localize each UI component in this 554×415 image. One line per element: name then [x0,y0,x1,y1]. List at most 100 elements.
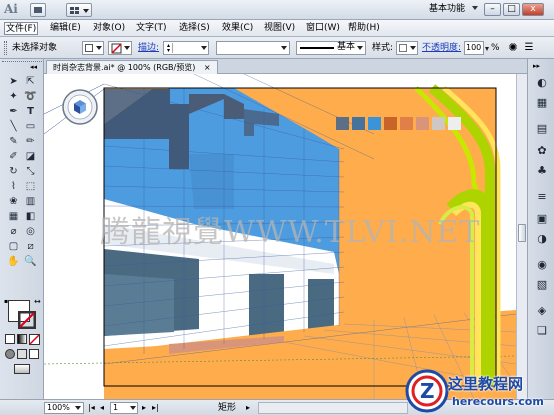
warp-icon[interactable]: ⌇ [6,180,21,194]
control-panel-menu-icon[interactable]: ☰ [524,41,534,55]
zoom-icon[interactable]: 🔍 [23,255,38,269]
color-mode-icon[interactable] [5,334,15,344]
graph-icon[interactable]: ▥ [23,195,38,209]
document-tab-bar: 时尚杂志背景.ai* @ 100% (RGB/预览) × [44,59,528,74]
color-panel-icon[interactable]: ◐ [534,75,550,90]
magic-wand-icon[interactable]: ✦ [6,90,21,104]
none-mode-icon[interactable] [29,334,40,345]
free-transform-icon[interactable]: ⬚ [23,180,38,194]
screen-mode-icon[interactable] [14,364,30,374]
type-icon[interactable]: T [23,105,38,119]
opacity-field[interactable]: 100 [464,41,484,55]
layers-panel-icon[interactable]: ◈ [534,303,550,318]
opacity-panel-link[interactable]: 不透明度: [422,42,461,54]
color-guide-icon[interactable]: ▦ [534,95,550,110]
minimize-button[interactable]: – [484,3,501,16]
pencil-icon[interactable]: ✏ [23,135,38,149]
collapse-panel-icon[interactable]: ◂◂ [30,63,37,71]
close-tab-icon[interactable]: × [204,63,211,72]
draw-normal-icon[interactable] [5,349,15,359]
chevron-down-icon [124,46,130,50]
scrollbar-thumb[interactable] [518,224,526,242]
canvas-area[interactable]: 腾龍視覺WWW.TLVI.NET [44,74,516,399]
swap-colors-icon[interactable]: ↔ [34,297,41,306]
menu-effect[interactable]: 效果(C) [221,22,254,35]
style-label: 样式: [372,43,394,53]
style-swatch [399,44,407,52]
menu-object[interactable]: 对象(O) [92,22,126,35]
symbol-sprayer-icon[interactable]: ❀ [6,195,21,209]
menu-select[interactable]: 选择(S) [178,22,211,35]
symbols-panel-icon[interactable]: ♣ [534,163,550,178]
fill-color-dropdown[interactable] [82,41,104,55]
artboard-number-value: 1 [113,403,119,412]
brushes-panel-icon[interactable]: ✿ [534,143,550,158]
menu-window[interactable]: 窗口(W) [305,22,341,35]
bridge-button[interactable] [30,3,46,17]
last-artboard-button[interactable]: ▸| [152,402,159,414]
gradient-icon[interactable]: ◧ [23,210,38,224]
rectangle-icon[interactable]: ▭ [23,120,38,134]
menu-view[interactable]: 视图(V) [263,22,296,35]
rotate-icon[interactable]: ↻ [6,165,21,179]
graphic-style-dropdown[interactable] [396,41,418,55]
artboard-number-field[interactable]: 1 [110,402,138,414]
artboard-icon[interactable]: ▢ [6,240,21,254]
previous-artboard-button[interactable]: ◂ [100,402,104,414]
stroke-panel-link[interactable]: 描边: [138,42,159,54]
horizontal-scrollbar[interactable] [258,402,408,414]
close-button[interactable]: x [522,3,544,16]
restore-button[interactable]: □ [503,3,520,16]
brush-definition-dropdown[interactable]: 基本 [296,41,366,55]
expand-panels-icon[interactable]: ▸▸ [533,62,540,70]
mesh-icon[interactable]: ▦ [6,210,21,224]
recolor-artwork-icon[interactable]: ✺ [506,41,520,55]
gradient-mode-icon[interactable] [17,334,27,344]
chevron-right-icon[interactable] [485,47,489,51]
zoom-level-field[interactable]: 100% [44,402,84,414]
vertical-scrollbar[interactable] [516,74,527,399]
direct-selection-icon[interactable]: ⇱ [23,75,38,89]
pen-icon[interactable]: ✒ [6,105,21,119]
lasso-icon[interactable]: ➰ [23,90,38,104]
blend-icon[interactable]: ◎ [23,225,38,239]
selection-icon[interactable]: ➤ [6,75,21,89]
workspace-switcher[interactable]: 基本功能 [429,3,465,17]
scale-icon[interactable]: ⤡ [23,165,38,179]
chevron-down-icon[interactable] [472,6,478,10]
transparency-panel-icon[interactable]: ◑ [534,231,550,246]
gradient-panel-icon[interactable]: ▣ [534,211,550,226]
appearance-panel-icon[interactable]: ◉ [534,257,550,272]
stroke-panel-icon[interactable]: ≡ [534,189,550,204]
panel-grip[interactable] [4,41,7,55]
menu-file[interactable]: 文件(F) [4,22,39,35]
draw-inside-icon[interactable] [29,349,39,359]
draw-behind-icon[interactable] [17,349,27,359]
stroke-weight-stepper[interactable]: ▴ ▾ [165,43,173,54]
eraser-icon[interactable]: ◪ [23,150,38,164]
default-colors-icon[interactable]: ▪ [4,298,10,305]
perspective-grid-widget[interactable] [62,89,98,125]
line-icon[interactable]: ╲ [6,120,21,134]
artboards-panel-icon[interactable]: ❏ [534,323,550,338]
menu-help[interactable]: 帮助(H) [347,22,381,35]
eyedropper-icon[interactable]: ⌀ [6,225,21,239]
stroke-color-dropdown[interactable] [108,41,132,55]
artwork: 腾龍視覺WWW.TLVI.NET [44,74,516,399]
slice-icon[interactable]: ⧄ [23,240,38,254]
blob-brush-icon[interactable]: ✐ [6,150,21,164]
menu-edit[interactable]: 编辑(E) [49,22,82,35]
menu-type[interactable]: 文字(T) [135,22,168,35]
paintbrush-icon[interactable]: ✎ [6,135,21,149]
graphic-styles-panel-icon[interactable]: ▧ [534,277,550,292]
variable-width-profile-dropdown[interactable] [216,41,290,55]
stroke-color-swatch[interactable] [18,311,36,329]
hand-icon[interactable]: ✋ [6,255,21,269]
stroke-weight-field[interactable]: ▴ ▾ [163,41,209,55]
first-artboard-button[interactable]: |◂ [88,402,95,414]
document-tab[interactable]: 时尚杂志背景.ai* @ 100% (RGB/预览) × [46,60,218,74]
swatches-panel-icon[interactable]: ▤ [534,121,550,136]
arrange-documents-button[interactable] [66,3,92,17]
status-menu-button[interactable]: ▸ [246,402,250,414]
next-artboard-button[interactable]: ▸ [142,402,146,414]
